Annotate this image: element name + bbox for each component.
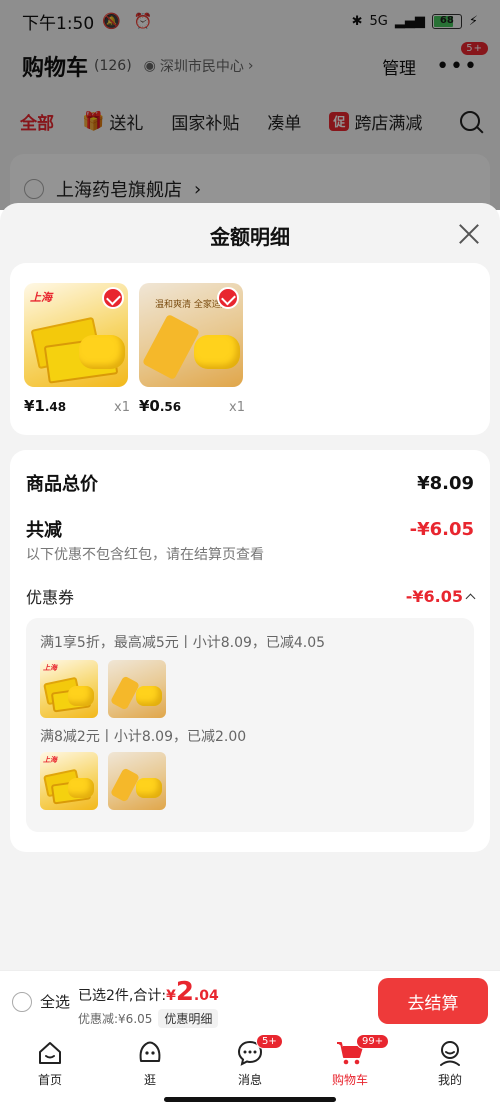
product-thumbnail: 上海 — [40, 660, 98, 718]
order-summary: 已选2件,合计: ¥ 2 .04 优惠减:¥6.05 优惠明细 — [78, 977, 219, 1028]
cart-badge: 99+ — [356, 1034, 390, 1049]
goods-total-label: 商品总价 — [26, 474, 98, 495]
check-icon — [217, 287, 239, 309]
product-thumbnail — [108, 660, 166, 718]
product-image: 温和爽清 全家适用 — [139, 283, 243, 387]
amount-detail-sheet: 金额明细 上海 ¥1.48 x1 温和爽清 全家适用 ¥0.56 x1 商品总价… — [0, 203, 500, 970]
select-all-label: 全选 — [40, 993, 71, 1011]
check-icon — [102, 287, 124, 309]
profile-icon — [440, 1041, 460, 1066]
tab-browse[interactable]: 逛 — [120, 1038, 180, 1088]
product-image: 上海 — [24, 283, 128, 387]
product-item[interactable]: 温和爽清 全家适用 ¥0.56 x1 — [139, 283, 245, 415]
tab-messages-label: 消息 — [237, 1073, 262, 1087]
home-icon — [39, 1042, 61, 1064]
coupon-products: 上海 — [40, 660, 166, 718]
coupon-value[interactable]: -¥6.05 — [406, 587, 476, 606]
total-discount-value: -¥6.05 — [409, 518, 474, 540]
coupon-rule: 满8减2元丨小计8.09，已减2.00 — [40, 729, 247, 745]
product-quantity: x1 — [114, 400, 130, 415]
brand-logo: 上海 — [30, 291, 52, 304]
product-thumbnail — [108, 752, 166, 810]
product-price: ¥0.56 — [139, 397, 182, 415]
coupon-row[interactable]: 优惠券 -¥6.05 — [26, 584, 476, 608]
select-all-radio[interactable] — [12, 991, 32, 1012]
product-thumbnail: 上海 — [40, 752, 98, 810]
message-badge: 5+ — [256, 1034, 283, 1049]
tab-home[interactable]: 首页 — [20, 1038, 80, 1088]
selected-count: 已选2件,合计: — [78, 988, 167, 1004]
products-card: 上海 ¥1.48 x1 温和爽清 全家适用 ¥0.56 x1 — [10, 263, 490, 435]
browse-icon — [139, 1041, 161, 1062]
total-discount-label: 共减 — [26, 520, 62, 541]
home-indicator — [164, 1097, 336, 1102]
coupon-label: 优惠券 — [26, 588, 75, 607]
checkout-button[interactable]: 去结算 — [378, 978, 488, 1024]
close-icon[interactable] — [458, 223, 480, 245]
product-item[interactable]: 上海 ¥1.48 x1 — [24, 283, 130, 415]
goods-total-row: 商品总价 ¥8.09 — [26, 470, 474, 496]
checkout-bar: 全选 已选2件,合计: ¥ 2 .04 优惠减:¥6.05 优惠明细 去结算 — [0, 970, 500, 1032]
tab-profile-label: 我的 — [437, 1073, 462, 1087]
tab-profile[interactable]: 我的 — [420, 1038, 480, 1088]
chevron-up-icon — [465, 593, 476, 603]
discount-note: 以下优惠不包含红包，请在结算页查看 — [26, 547, 264, 563]
select-all[interactable]: 全选 — [12, 991, 70, 1012]
coupon-rule: 满1享5折，最高减5元丨小计8.09，已减4.05 — [40, 635, 326, 651]
coupon-products: 上海 — [40, 752, 166, 810]
discount-detail-button[interactable]: 优惠明细 — [158, 1009, 219, 1028]
price-detail-card: 商品总价 ¥8.09 共减 -¥6.05 以下优惠不包含红包，请在结算页查看 优… — [10, 450, 490, 852]
total-amount: 2 — [175, 977, 194, 1007]
product-quantity: x1 — [229, 400, 245, 415]
coupon-breakdown: 满1享5折，最高减5元丨小计8.09，已减4.05 上海 满8减2元丨小计8.0… — [26, 618, 474, 832]
tab-browse-label: 逛 — [143, 1073, 156, 1087]
tab-home-label: 首页 — [37, 1073, 62, 1087]
discount-summary: 优惠减:¥6.05 — [78, 1012, 153, 1026]
tab-messages[interactable]: 5+ 消息 — [220, 1034, 283, 1088]
sheet-title: 金额明细 — [210, 225, 290, 249]
goods-total-value: ¥8.09 — [417, 472, 474, 494]
total-discount-row: 共减 -¥6.05 — [26, 516, 474, 542]
tab-cart[interactable]: 99+ 购物车 — [320, 1034, 390, 1088]
tab-cart-label: 购物车 — [331, 1073, 368, 1087]
dim-overlay[interactable] — [0, 0, 500, 210]
product-price: ¥1.48 — [24, 397, 67, 415]
